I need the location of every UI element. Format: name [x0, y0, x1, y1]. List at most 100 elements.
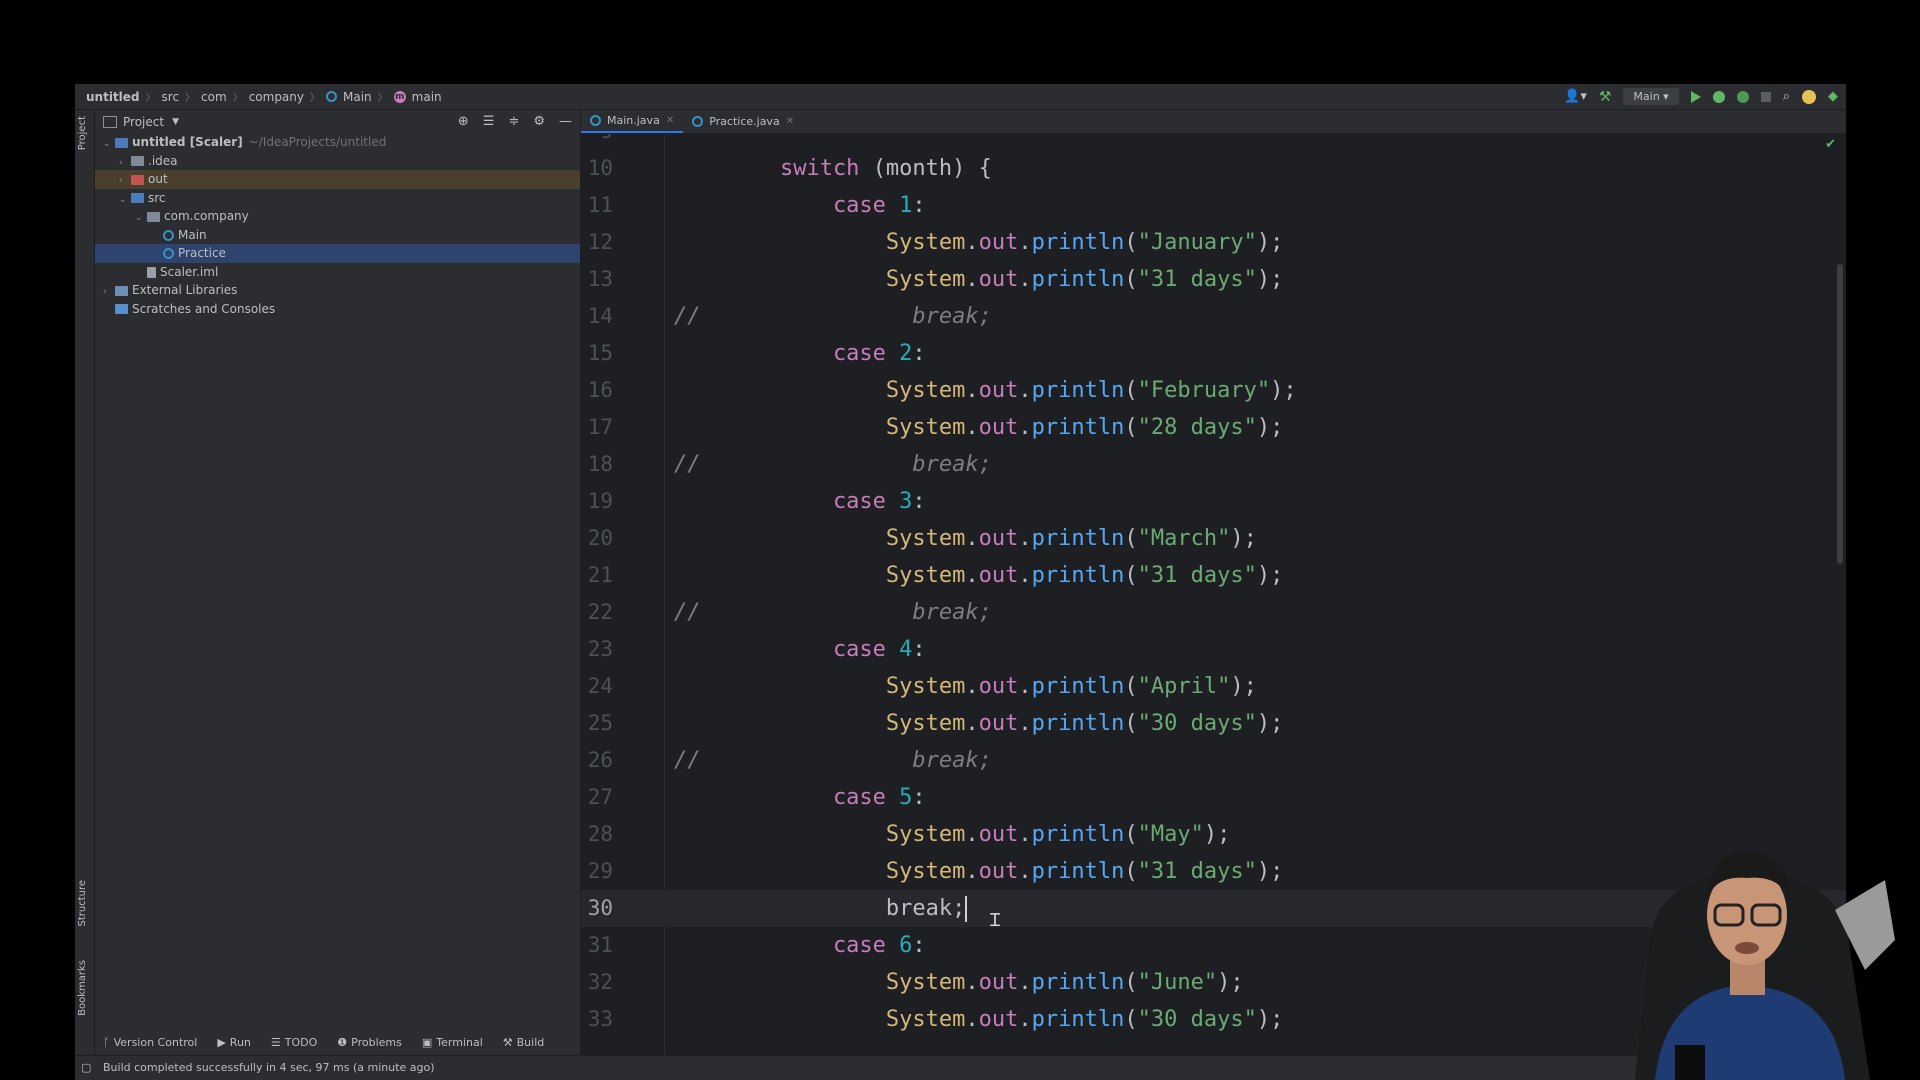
line-number: 24: [587, 674, 613, 698]
tree-item-practice[interactable]: Practice: [95, 244, 580, 263]
code-line[interactable]: 27 case 5:: [581, 779, 1846, 816]
breadcrumb-main-method[interactable]: main: [412, 90, 442, 104]
layout-icon[interactable]: ▢: [81, 1061, 91, 1074]
code-line[interactable]: 19 case 3:: [581, 483, 1846, 520]
code-token: .: [1018, 970, 1032, 995]
tree-item-idea[interactable]: › .idea: [95, 152, 580, 171]
code-token: .: [1018, 674, 1032, 699]
chevron-down-icon[interactable]: ▼: [172, 117, 179, 127]
tool-window-build[interactable]: ⚒ Build: [503, 1036, 545, 1049]
code-line[interactable]: 26 // break;: [581, 742, 1846, 779]
coverage-icon[interactable]: [1736, 90, 1749, 103]
tab-label: Main.java: [607, 114, 660, 127]
code-token: .: [1018, 526, 1032, 551]
breadcrumb-com[interactable]: com: [201, 90, 227, 104]
code-token: 2: [899, 341, 913, 366]
code-line[interactable]: 11 case 1:: [581, 187, 1846, 224]
code-token: 4: [899, 637, 913, 662]
run-configuration-select[interactable]: Main ▾: [1623, 88, 1679, 105]
code-line[interactable]: 17 System.out.println("28 days");: [581, 409, 1846, 446]
line-number: 21: [587, 563, 613, 587]
tab-practice-java[interactable]: Practice.java ✕: [683, 110, 803, 133]
tool-window-todo[interactable]: ☰ TODO: [271, 1036, 317, 1049]
tool-window-problems[interactable]: ❶ Problems: [337, 1036, 402, 1049]
project-panel-title[interactable]: Project: [123, 115, 164, 129]
code-token: System: [674, 970, 966, 995]
code-line[interactable]: 21 System.out.println("31 days");: [581, 557, 1846, 594]
code-token: case: [674, 933, 900, 958]
code-line[interactable]: 10 switch (month) {: [581, 150, 1846, 187]
gear-icon[interactable]: ⚙: [533, 114, 545, 129]
tree-item-out[interactable]: › out: [95, 170, 580, 189]
breadcrumb-project[interactable]: untitled: [86, 90, 140, 104]
tool-window-run[interactable]: ▶ Run: [217, 1036, 251, 1049]
debug-icon[interactable]: [1712, 90, 1725, 103]
code-token: (: [1124, 822, 1138, 847]
code-line[interactable]: 15 case 2:: [581, 335, 1846, 372]
code-token: (: [1124, 526, 1138, 551]
line-number: 15: [587, 341, 613, 365]
close-icon[interactable]: ✕: [666, 115, 674, 126]
code-token: case: [674, 341, 900, 366]
class-icon: [163, 229, 174, 241]
code-text: System.out.println("April");: [674, 668, 1257, 705]
hide-icon[interactable]: —: [559, 114, 572, 129]
tree-item-main[interactable]: Main: [95, 226, 580, 245]
updates-icon[interactable]: [1802, 89, 1816, 104]
status-message: Build completed successfully in 4 sec, 9…: [103, 1061, 435, 1074]
tree-item-label: Scaler.iml: [160, 264, 219, 279]
code-line[interactable]: 23 case 4:: [581, 631, 1846, 668]
tool-window-version-control[interactable]: ᚴ Version Control: [103, 1036, 197, 1049]
stop-icon[interactable]: [1760, 91, 1771, 102]
tool-window-label: Run: [229, 1036, 251, 1049]
run-icon[interactable]: [1690, 90, 1701, 103]
tree-item-scratches-and-consoles[interactable]: Scratches and Consoles: [95, 300, 580, 319]
project-tool-tab[interactable]: Project: [77, 116, 88, 150]
tree-item-scaler-iml[interactable]: Scaler.iml: [95, 263, 580, 282]
plugins-icon[interactable]: ◆: [1828, 89, 1838, 104]
search-icon[interactable]: ⌕: [1783, 89, 1790, 104]
tree-item-src[interactable]: ⌄ src: [95, 189, 580, 208]
expand-all-icon[interactable]: ☰: [483, 114, 495, 129]
code-token: .: [1018, 1007, 1032, 1032]
code-line[interactable]: 20 System.out.println("March");: [581, 520, 1846, 557]
code-token: "March": [1137, 526, 1231, 551]
code-token: out: [978, 1007, 1019, 1032]
tree-item-com-company[interactable]: ⌄ com.company: [95, 207, 580, 226]
breadcrumb-main-class[interactable]: Main: [343, 90, 372, 104]
code-token: );: [1270, 378, 1297, 403]
code-line[interactable]: 13 System.out.println("31 days");: [581, 261, 1846, 298]
collapse-all-icon[interactable]: ≑: [508, 114, 519, 129]
code-token: "30 days": [1137, 1007, 1257, 1032]
source-folder-icon: [131, 193, 144, 203]
code-line[interactable]: 16 System.out.println("February");: [581, 372, 1846, 409]
tree-item-external-libraries[interactable]: › External Libraries: [95, 281, 580, 300]
tree-item-untitled-scaler[interactable]: ⌄ untitled [Scaler] ~/IdeaProjects/untitle…: [95, 133, 580, 152]
code-token: "May": [1137, 822, 1204, 847]
tree-item-label: Scratches and Consoles: [132, 301, 276, 316]
run-config-label: Main: [1633, 90, 1660, 103]
code-line[interactable]: 24 System.out.println("April");: [581, 668, 1846, 705]
line-number: 32: [587, 970, 613, 994]
code-token: out: [978, 970, 1019, 995]
code-line[interactable]: 22 // break;: [581, 594, 1846, 631]
code-line[interactable]: 14 // break;: [581, 298, 1846, 335]
structure-tool-tab[interactable]: Structure: [77, 880, 88, 927]
bookmarks-tool-tab[interactable]: Bookmarks: [77, 960, 88, 1016]
code-line[interactable]: 18 // break;: [581, 446, 1846, 483]
project-panel-tools: ⊕ ☰ ≑ ⚙ —: [458, 114, 572, 129]
breadcrumb-src[interactable]: src: [162, 90, 180, 104]
user-icon[interactable]: 👤▾: [1564, 89, 1587, 104]
tab-main-java[interactable]: Main.java ✕: [581, 110, 684, 133]
code-line[interactable]: 12 System.out.println("January");: [581, 224, 1846, 261]
close-icon[interactable]: ✕: [786, 116, 794, 127]
code-token: out: [978, 526, 1019, 551]
breadcrumb-company[interactable]: company: [249, 90, 304, 104]
locate-icon[interactable]: ⊕: [458, 114, 469, 129]
build-hammer-icon[interactable]: ⚒: [1599, 89, 1612, 105]
code-token: out: [978, 378, 1019, 403]
code-line[interactable]: 25 System.out.println("30 days");: [581, 705, 1846, 742]
code-token: System: [674, 415, 966, 440]
tool-window-terminal[interactable]: ▣ Terminal: [422, 1036, 483, 1049]
code-line[interactable]: 9: [581, 134, 1846, 150]
